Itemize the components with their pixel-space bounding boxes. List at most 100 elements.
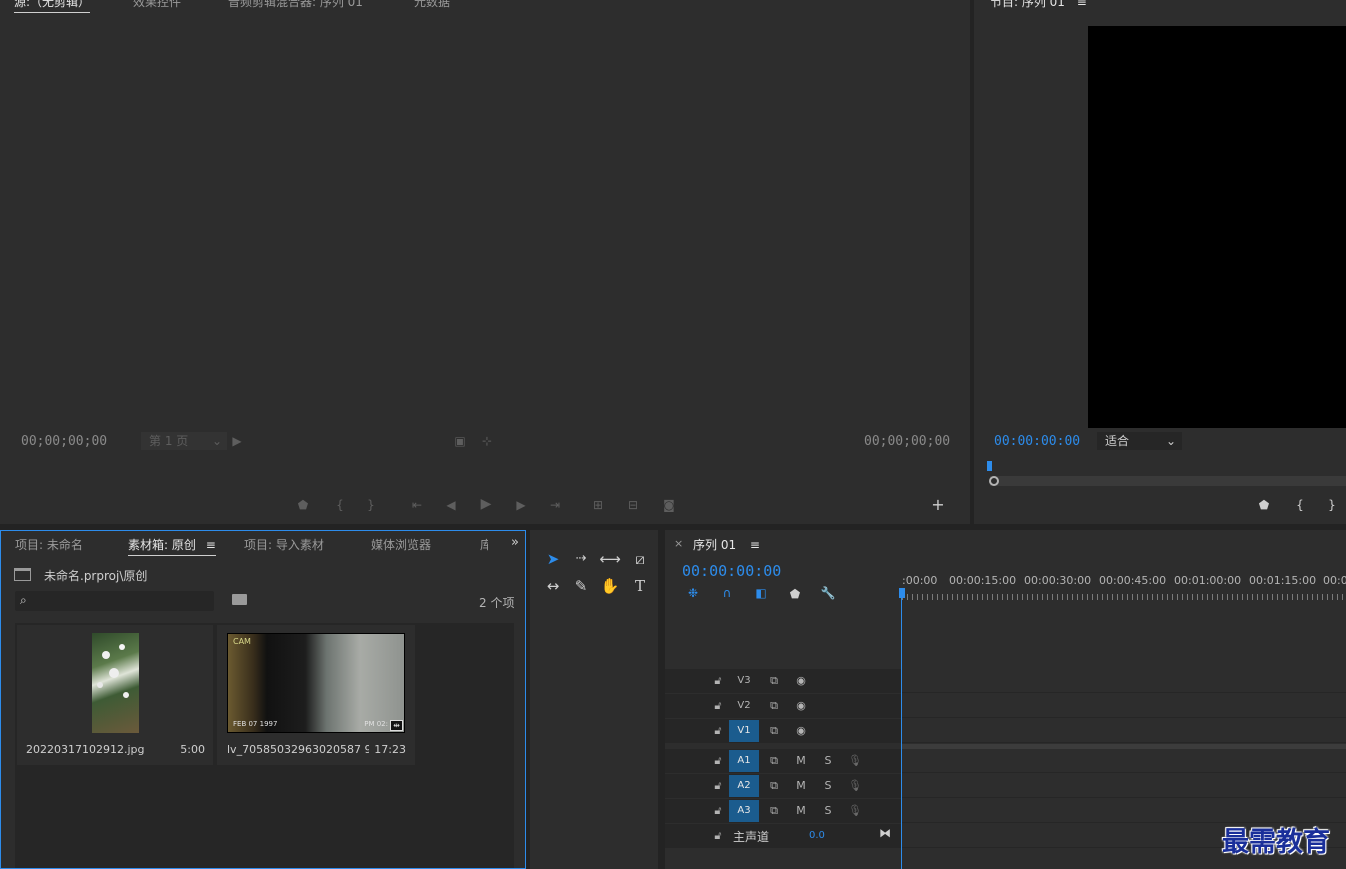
track-header-v1[interactable]: 🔓︎ V1 ⧉ ◉ [665, 719, 901, 743]
type-tool-icon[interactable]: T [629, 575, 651, 597]
zoom-scrollbar[interactable] [990, 476, 1346, 486]
marker-icon[interactable]: ⬟ [1256, 498, 1272, 512]
tab-sequence[interactable]: 序列 01 ≡ [693, 536, 760, 553]
master-volume[interactable]: 0.0 [809, 830, 825, 841]
menu-icon[interactable]: ≡ [206, 538, 216, 552]
sync-lock-icon[interactable]: ⧉ [763, 720, 785, 742]
playhead-marker-icon[interactable] [987, 461, 992, 471]
folder-up-icon[interactable] [14, 568, 31, 581]
pen-tool-icon[interactable]: ✎ [570, 575, 592, 597]
mark-in-icon[interactable]: { [1292, 498, 1308, 512]
mark-out-icon[interactable]: } [363, 498, 379, 512]
tab-project-import[interactable]: 项目: 导入素材 [244, 536, 324, 553]
lock-icon[interactable]: 🔓︎ [707, 695, 729, 717]
export-frame-icon[interactable]: ▣ [452, 434, 468, 448]
nest-icon[interactable]: ❉ [685, 586, 701, 600]
mute-button[interactable]: M [790, 775, 812, 797]
go-to-out-icon[interactable]: ⇥ [547, 498, 563, 512]
source-timecode-left[interactable]: 00;00;00;00 [21, 434, 107, 449]
zoom-select[interactable]: 适合 ⌄ [1097, 432, 1182, 450]
add-button-icon[interactable]: + [930, 497, 946, 513]
sync-lock-icon[interactable]: ⧉ [763, 775, 785, 797]
mute-button[interactable]: M [790, 800, 812, 822]
scrollbar-handle-icon[interactable] [989, 476, 999, 486]
step-back-icon[interactable]: ◀ [443, 498, 459, 512]
overwrite-icon[interactable]: ⊟ [625, 498, 641, 512]
lock-icon[interactable]: 🔓︎ [707, 825, 729, 847]
playhead-handle-icon[interactable] [899, 588, 905, 598]
tab-effect-controls[interactable]: 效果控件 [133, 0, 181, 10]
ripple-edit-tool-icon[interactable]: ⟷ [599, 548, 621, 570]
go-to-in-icon[interactable]: ⇤ [409, 498, 425, 512]
mark-out-icon[interactable]: } [1324, 498, 1340, 512]
track-header-a2[interactable]: 🔓︎ A2 ⧉ M S 🎙︎ [665, 774, 901, 798]
lock-icon[interactable]: 🔓︎ [707, 720, 729, 742]
sync-lock-icon[interactable]: ⧉ [763, 695, 785, 717]
solo-button[interactable]: S [817, 750, 839, 772]
linked-selection-icon[interactable]: ◧ [753, 586, 769, 600]
sync-lock-icon[interactable]: ⧉ [763, 670, 785, 692]
lock-icon[interactable]: 🔓︎ [707, 670, 729, 692]
track-header-a3[interactable]: 🔓︎ A3 ⧉ M S 🎙︎ [665, 799, 901, 823]
tab-program[interactable]: 节目: 序列 01 ≡ [990, 0, 1087, 10]
track-target-v3[interactable]: V3 [729, 670, 759, 692]
menu-icon[interactable]: ≡ [1077, 0, 1087, 9]
tab-media-browser[interactable]: 媒体浏览器 [371, 536, 431, 553]
insert-icon[interactable]: ⊞ [590, 498, 606, 512]
eye-icon[interactable]: ◉ [790, 695, 812, 717]
close-tab-icon[interactable]: × [674, 537, 683, 550]
menu-icon[interactable]: ≡ [750, 538, 760, 552]
track-lane-v3[interactable] [902, 669, 1346, 693]
eye-icon[interactable]: ◉ [790, 720, 812, 742]
camera-icon[interactable]: ◙ [661, 498, 677, 512]
find-icon[interactable] [232, 594, 247, 605]
play-triangle-icon[interactable]: ▶ [229, 434, 245, 448]
list-item[interactable]: 20220317102912.jpg 5:00 [17, 625, 213, 765]
track-lane-a1[interactable] [902, 749, 1346, 773]
track-lane-v2[interactable] [902, 694, 1346, 718]
solo-button[interactable]: S [817, 800, 839, 822]
lock-icon[interactable]: 🔓︎ [707, 750, 729, 772]
tab-bin-original[interactable]: 素材箱: 原创 ≡ [128, 536, 216, 556]
microphone-icon[interactable]: 🎙︎ [844, 750, 866, 772]
snap-magnet-icon[interactable]: ∩ [719, 586, 735, 600]
mute-button[interactable]: M [790, 750, 812, 772]
timeline-timecode[interactable]: 00:00:00:00 [682, 562, 781, 580]
track-select-tool-icon[interactable]: ⇢ [570, 548, 592, 570]
solo-button[interactable]: S [817, 775, 839, 797]
track-target-v1[interactable]: V1 [729, 720, 759, 742]
track-lane-a2[interactable] [902, 774, 1346, 798]
tab-project-untitled[interactable]: 项目: 未命名 [15, 536, 83, 553]
go-to-end-icon[interactable]: ⧓ [879, 826, 891, 840]
time-ruler[interactable]: :00:00 00:00:15:00 00:00:30:00 00:00:45:… [902, 570, 1346, 602]
microphone-icon[interactable]: 🎙︎ [844, 775, 866, 797]
hand-tool-icon[interactable]: ✋ [599, 575, 621, 597]
panel-overflow-icon[interactable]: » [511, 535, 519, 550]
play-icon[interactable]: ▶ [478, 497, 494, 511]
track-lane-v1[interactable] [902, 719, 1346, 743]
marker-icon[interactable]: ⬟ [295, 498, 311, 512]
track-target-a2[interactable]: A2 [729, 775, 759, 797]
sync-lock-icon[interactable]: ⧉ [763, 750, 785, 772]
step-forward-icon[interactable]: ▶ [513, 498, 529, 512]
page-select[interactable]: 第 1 页 ⌄ [141, 432, 227, 450]
lock-icon[interactable]: 🔓︎ [707, 800, 729, 822]
razor-tool-icon[interactable]: ⧄ [629, 548, 651, 570]
track-target-a1[interactable]: A1 [729, 750, 759, 772]
track-target-v2[interactable]: V2 [729, 695, 759, 717]
list-item[interactable]: CAM FEB 07 1997 PM 02: ⇹ lv_705850329630… [217, 625, 415, 765]
track-header-master[interactable]: 🔓︎ 主声道 0.0 ⧓ [665, 824, 901, 848]
tab-metadata[interactable]: 元数据 [414, 0, 450, 10]
wrench-icon[interactable]: 🔧 [820, 586, 836, 600]
track-header-a1[interactable]: 🔓︎ A1 ⧉ M S 🎙︎ [665, 749, 901, 773]
program-timecode[interactable]: 00:00:00:00 [994, 434, 1080, 449]
microphone-icon[interactable]: 🎙︎ [844, 800, 866, 822]
lock-icon[interactable]: 🔓︎ [707, 775, 729, 797]
tab-source[interactable]: 源:（无剪辑） [14, 0, 91, 13]
waveform-icon[interactable]: ⊹ [479, 434, 495, 448]
add-marker-icon[interactable]: ⬟ [787, 587, 803, 601]
search-input[interactable]: ⌕ [15, 591, 214, 611]
selection-tool-icon[interactable]: ➤ [542, 548, 564, 570]
tab-audio-clip-mixer[interactable]: 音频剪辑混合器: 序列 01 [228, 0, 363, 10]
slip-tool-icon[interactable]: ↔ [542, 575, 564, 597]
